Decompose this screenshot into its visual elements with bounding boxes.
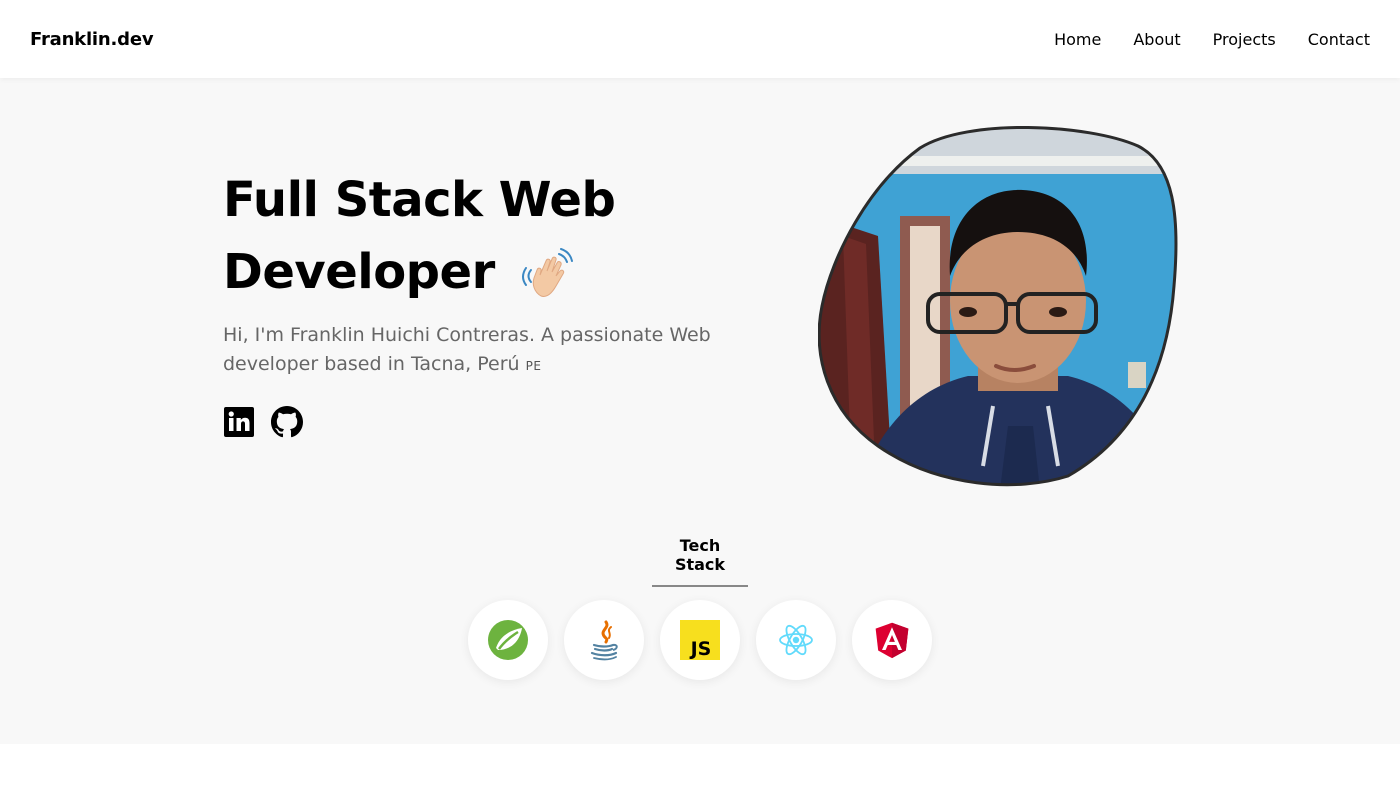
hero-title-line2: Developer (223, 244, 495, 300)
javascript-icon-label: JS (689, 638, 712, 660)
nav-projects-link[interactable]: Projects (1213, 30, 1276, 49)
nav-home-link[interactable]: Home (1054, 30, 1101, 49)
react-icon (756, 600, 836, 680)
waving-hand-icon (521, 248, 575, 302)
nav-contact-link[interactable]: Contact (1308, 30, 1370, 49)
hero-description: Hi, I'm Franklin Huichi Contreras. A pas… (223, 321, 723, 381)
hero-description-text: Hi, I'm Franklin Huichi Contreras. A pas… (223, 324, 711, 375)
hero-title: Full Stack Web Developer (223, 164, 663, 308)
tech-stack-list: JS (468, 600, 932, 680)
hero-section: Full Stack Web Developer Hi, I'm Frankli… (0, 78, 1400, 744)
tech-stack-title: Tech Stack (652, 536, 748, 587)
java-icon (564, 600, 644, 680)
nav-links: Home About Projects Contact (1054, 30, 1370, 49)
angular-icon (852, 600, 932, 680)
spring-icon (468, 600, 548, 680)
nav-about-link[interactable]: About (1133, 30, 1180, 49)
hero-title-line1: Full Stack Web (223, 172, 616, 228)
profile-photo (817, 126, 1180, 490)
peru-flag: PE (525, 359, 542, 373)
brand-logo[interactable]: Franklin.dev (30, 29, 154, 50)
github-icon[interactable] (271, 406, 303, 438)
navbar: Franklin.dev Home About Projects Contact (0, 0, 1400, 78)
linkedin-icon[interactable] (223, 406, 255, 438)
social-links (223, 406, 303, 438)
javascript-icon: JS (660, 600, 740, 680)
